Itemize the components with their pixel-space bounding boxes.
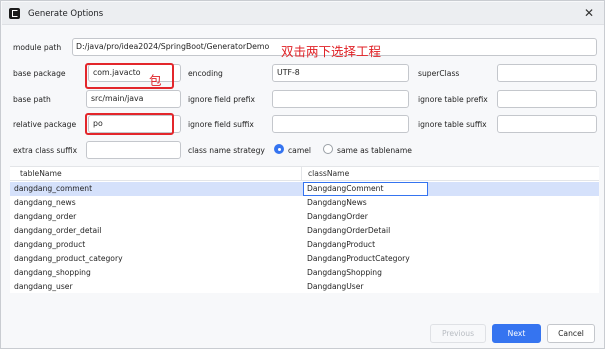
base-path-field[interactable]: src/main/java	[86, 90, 181, 108]
class-name-column-header[interactable]: className	[308, 169, 349, 178]
class-name-cell[interactable]: DangdangOrderDetail	[307, 226, 390, 235]
table-row[interactable]: dangdang_news DangdangNews	[10, 196, 599, 210]
class-name-cell[interactable]: DangdangComment	[307, 184, 383, 193]
module-path-label: module path	[13, 43, 62, 52]
class-name-cell[interactable]: DangdangShopping	[307, 268, 382, 277]
title-bar: Generate Options ✕	[2, 2, 604, 25]
camel-radio-label[interactable]: camel	[288, 146, 311, 155]
ignore-table-suffix-field[interactable]	[497, 115, 597, 133]
class-name-strategy-label: class name strategy	[188, 146, 265, 155]
ignore-field-prefix-label: ignore field prefix	[188, 95, 255, 104]
ignore-field-suffix-label: ignore field suffix	[188, 120, 254, 129]
ignore-table-suffix-label: ignore table suffix	[418, 120, 487, 129]
class-name-cell[interactable]: DangdangProduct	[307, 240, 375, 249]
same-as-tablename-radio[interactable]	[323, 144, 333, 154]
table-row[interactable]: dangdang_product DangdangProduct	[10, 238, 599, 252]
table-row[interactable]: dangdang_product_category DangdangProduc…	[10, 252, 599, 266]
relative-package-label: relative package	[13, 120, 77, 129]
same-as-tablename-radio-label[interactable]: same as tablename	[337, 146, 412, 155]
class-name-cell[interactable]: DangdangNews	[307, 198, 367, 207]
annotation-package-note: 包	[149, 73, 162, 88]
ignore-field-prefix-field[interactable]	[272, 90, 409, 108]
extra-class-suffix-field[interactable]	[86, 141, 181, 159]
camel-radio[interactable]	[274, 144, 284, 154]
cancel-button[interactable]: Cancel	[547, 324, 595, 343]
close-icon[interactable]: ✕	[580, 5, 598, 22]
class-name-cell[interactable]: DangdangOrder	[307, 212, 368, 221]
super-class-field[interactable]	[497, 64, 597, 82]
encoding-label: encoding	[188, 69, 223, 78]
tables-table: tableName className dangdang_comment Dan…	[10, 166, 599, 293]
table-row[interactable]: dangdang_order_detail DangdangOrderDetai…	[10, 224, 599, 238]
super-class-label: superClass	[418, 69, 460, 78]
table-name-cell: dangdang_shopping	[14, 268, 91, 277]
generate-options-dialog: Generate Options ✕ module path D:/java/p…	[0, 0, 605, 349]
class-name-cell[interactable]: DangdangProductCategory	[307, 254, 410, 263]
annotation-double-click-note: 双击两下选择工程	[281, 44, 382, 59]
table-header: tableName className	[10, 167, 599, 181]
previous-button[interactable]: Previous	[430, 324, 486, 343]
ignore-table-prefix-field[interactable]	[497, 90, 597, 108]
ignore-table-prefix-label: ignore table prefix	[418, 95, 488, 104]
extra-class-suffix-label: extra class suffix	[13, 146, 78, 155]
window-title: Generate Options	[28, 9, 104, 19]
table-name-cell: dangdang_order_detail	[14, 226, 102, 235]
table-row[interactable]: dangdang_user DangdangUser	[10, 280, 599, 294]
base-path-label: base path	[13, 95, 51, 104]
annotation-highlight-box	[85, 113, 174, 135]
class-name-cell[interactable]: DangdangUser	[307, 282, 364, 291]
table-row[interactable]: dangdang_comment DangdangComment	[10, 182, 599, 196]
table-name-cell: dangdang_comment	[14, 184, 93, 193]
encoding-field[interactable]: UTF-8	[272, 64, 409, 82]
table-name-cell: dangdang_user	[14, 282, 73, 291]
table-name-column-header[interactable]: tableName	[20, 169, 62, 178]
next-button[interactable]: Next	[492, 324, 541, 343]
table-name-cell: dangdang_product	[14, 240, 86, 249]
table-name-cell: dangdang_news	[14, 198, 76, 207]
table-row[interactable]: dangdang_order DangdangOrder	[10, 210, 599, 224]
ignore-field-suffix-field[interactable]	[272, 115, 409, 133]
table-name-cell: dangdang_product_category	[14, 254, 123, 263]
base-package-label: base package	[13, 69, 66, 78]
table-row[interactable]: dangdang_shopping DangdangShopping	[10, 266, 599, 280]
app-logo-icon	[9, 8, 20, 19]
column-divider	[301, 167, 302, 181]
table-name-cell: dangdang_order	[14, 212, 77, 221]
